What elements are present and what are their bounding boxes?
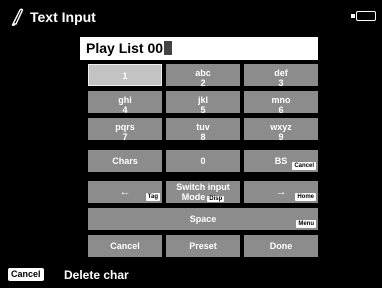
key-1[interactable]: 1 — [88, 64, 162, 86]
cancel-button[interactable]: Cancel — [88, 235, 162, 257]
cursor-right-button[interactable]: → Home — [244, 181, 318, 203]
key-wxyz-digit: 9 — [278, 132, 284, 142]
switch-input-line2: Mode — [181, 192, 206, 202]
key-pqrs[interactable]: pqrs 7 — [88, 118, 162, 142]
switch-input-mode-label: Switch input Mode Disp — [166, 182, 240, 203]
key-mno-digit: 6 — [278, 105, 284, 115]
home-shortcut-badge: Home — [295, 193, 316, 201]
key-pqrs-letters: pqrs — [115, 122, 135, 132]
key-abc[interactable]: abc 2 — [166, 64, 240, 88]
key-tuv-digit: 8 — [200, 132, 206, 142]
cancel-key-badge: Cancel — [8, 268, 44, 281]
key-jkl-label: jkl 5 — [166, 95, 240, 115]
key-ghi-label: ghi 4 — [88, 95, 162, 115]
menu-shortcut-badge: Menu — [296, 220, 316, 228]
key-mno-label: mno 6 — [244, 95, 318, 115]
status-bar: Cancel Delete char — [0, 265, 382, 288]
cancel-label: Cancel — [110, 241, 140, 251]
space-label: Space — [189, 214, 217, 224]
input-value: Play List 00 — [86, 40, 164, 56]
chars-label: Chars — [112, 156, 138, 166]
title-bar: Text Input — [0, 0, 382, 34]
key-wxyz-letters: wxyz — [270, 122, 292, 132]
done-label: Done — [269, 241, 293, 251]
preset-button[interactable]: Preset — [166, 235, 240, 257]
preset-label: Preset — [189, 241, 217, 251]
done-button[interactable]: Done — [244, 235, 318, 257]
key-tuv-letters: tuv — [196, 122, 210, 132]
key-def[interactable]: def 3 — [244, 64, 318, 88]
text-cursor — [164, 41, 173, 55]
backspace-shortcut-badge: Cancel — [292, 162, 316, 170]
tag-shortcut-badge: Tag — [145, 193, 160, 201]
battery-icon — [356, 11, 376, 21]
page-title: Text Input — [30, 9, 96, 25]
key-tuv-label: tuv 8 — [166, 122, 240, 142]
key-jkl[interactable]: jkl 5 — [166, 91, 240, 115]
switch-input-line1: Switch input — [176, 182, 230, 192]
space-button[interactable]: Space Menu — [88, 208, 318, 230]
cursor-left-button[interactable]: ← Tag — [88, 181, 162, 203]
key-0-label: 0 — [200, 156, 206, 166]
key-abc-label: abc 2 — [166, 68, 240, 88]
text-input-field[interactable]: Play List 00 — [80, 37, 318, 60]
key-jkl-digit: 5 — [200, 105, 206, 115]
chars-button[interactable]: Chars — [88, 150, 162, 172]
key-1-label: 1 — [122, 71, 128, 81]
key-0[interactable]: 0 — [166, 150, 240, 172]
switch-input-mode-button[interactable]: Switch input Mode Disp — [166, 181, 240, 203]
key-jkl-letters: jkl — [197, 95, 208, 105]
key-ghi-digit: 4 — [122, 105, 128, 115]
backspace-button[interactable]: BS Cancel — [244, 150, 318, 172]
key-tuv[interactable]: tuv 8 — [166, 118, 240, 142]
key-def-label: def 3 — [244, 68, 318, 88]
pen-icon — [11, 8, 24, 26]
disp-shortcut-badge: Disp — [207, 196, 225, 202]
key-ghi[interactable]: ghi 4 — [88, 91, 162, 115]
key-abc-digit: 2 — [200, 78, 206, 88]
key-pqrs-label: pqrs 7 — [88, 122, 162, 142]
key-ghi-letters: ghi — [118, 95, 132, 105]
battery-tip — [351, 14, 355, 18]
input-value-wrap: Play List 00 — [86, 40, 173, 56]
key-def-digit: 3 — [278, 78, 284, 88]
key-pqrs-digit: 7 — [122, 132, 128, 142]
key-def-letters: def — [274, 68, 288, 78]
status-hint: Delete char — [64, 268, 129, 282]
key-wxyz-label: wxyz 9 — [244, 122, 318, 142]
key-wxyz[interactable]: wxyz 9 — [244, 118, 318, 142]
key-abc-letters: abc — [195, 68, 211, 78]
key-mno-letters: mno — [271, 95, 291, 105]
key-mno[interactable]: mno 6 — [244, 91, 318, 115]
